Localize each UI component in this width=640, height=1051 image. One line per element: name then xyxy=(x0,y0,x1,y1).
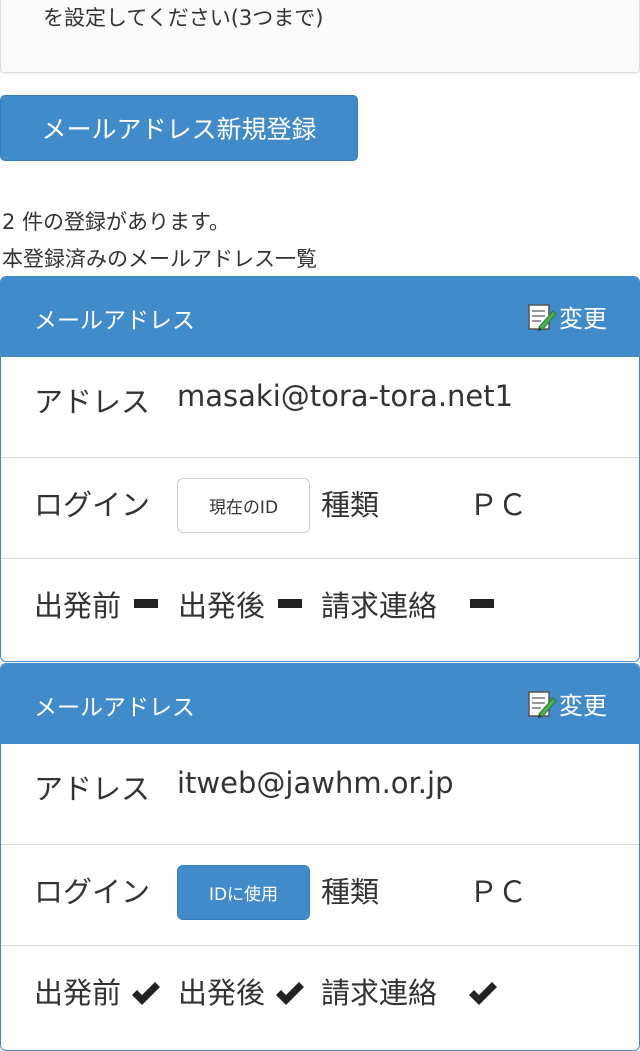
address-row: アドレス masaki@tora-tora.net1 xyxy=(1,357,639,458)
login-label: ログイン xyxy=(34,875,151,909)
notice-box: を設定してください(3つまで) xyxy=(0,0,640,73)
login-label: ログイン xyxy=(34,488,151,522)
registration-count: 2 件の登録があります。 xyxy=(2,210,230,234)
address-label: アドレス xyxy=(34,385,151,419)
current-id-button[interactable]: 現在のID xyxy=(177,478,310,533)
notification-row: 出発前 出発後 請求連絡 xyxy=(1,559,639,660)
register-email-button[interactable]: メールアドレス新規登録 xyxy=(0,95,358,161)
email-address: masaki@tora-tora.net1 xyxy=(177,379,514,413)
address-row: アドレス itweb@jawhm.or.jp xyxy=(1,744,639,845)
edit-label: 変更 xyxy=(559,692,607,720)
check-icon xyxy=(469,982,497,1005)
card-heading: メールアドレス 変更 xyxy=(1,664,639,744)
check-icon xyxy=(276,982,304,1005)
email-card: メールアドレス 変更 アドレス masaki@tora-tora.net1 ログ… xyxy=(0,276,640,662)
login-row: ログイン IDに使用 種類 ＰＣ xyxy=(1,845,639,946)
off-dash-icon xyxy=(278,599,302,608)
billing-contact-label: 請求連絡 xyxy=(321,976,438,1010)
before-departure-label: 出発前 xyxy=(34,976,122,1010)
use-as-id-button[interactable]: IDに使用 xyxy=(177,865,310,920)
email-address: itweb@jawhm.or.jp xyxy=(177,766,454,800)
card-heading: メールアドレス 変更 xyxy=(1,277,639,357)
email-card: メールアドレス 変更 アドレス itweb@jawhm.or.jp ログイン I… xyxy=(0,663,640,1051)
type-label: 種類 xyxy=(321,488,380,522)
edit-link[interactable]: 変更 xyxy=(527,299,607,334)
card-title: メールアドレス xyxy=(34,695,195,721)
check-icon xyxy=(132,982,160,1005)
notification-row: 出発前 出発後 請求連絡 xyxy=(1,946,639,1047)
card-title: メールアドレス xyxy=(34,308,195,334)
address-label: アドレス xyxy=(34,772,151,806)
type-value: ＰＣ xyxy=(469,875,528,909)
before-departure-label: 出発前 xyxy=(34,589,122,623)
type-value: ＰＣ xyxy=(469,488,528,522)
edit-link[interactable]: 変更 xyxy=(527,686,607,721)
billing-contact-label: 請求連絡 xyxy=(321,589,438,623)
edit-note-icon xyxy=(528,303,557,331)
after-departure-label: 出発後 xyxy=(178,976,266,1010)
edit-label: 変更 xyxy=(559,305,607,333)
after-departure-label: 出発後 xyxy=(178,589,266,623)
off-dash-icon xyxy=(134,599,158,608)
edit-note-icon xyxy=(528,690,557,718)
list-title: 本登録済みのメールアドレス一覧 xyxy=(2,247,317,271)
type-label: 種類 xyxy=(321,875,380,909)
notice-text: を設定してください(3つまで) xyxy=(43,6,324,30)
login-row: ログイン 現在のID 種類 ＰＣ xyxy=(1,458,639,559)
off-dash-icon xyxy=(470,599,494,608)
